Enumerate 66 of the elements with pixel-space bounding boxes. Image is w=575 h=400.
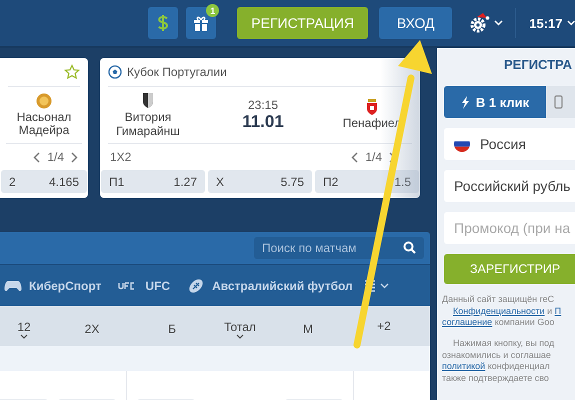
chevron-down-icon [380, 282, 389, 288]
chevron-down-icon [566, 20, 575, 26]
notice-text: Данный сайт защищён reC [441, 294, 556, 306]
previous-icon[interactable] [33, 152, 40, 162]
settings-button[interactable] [469, 13, 504, 33]
search-icon [403, 241, 416, 254]
sport-tab[interactable]: UFC [145, 278, 170, 292]
column-header[interactable]: 12 [17, 320, 31, 334]
list-icon [364, 280, 375, 292]
search-field[interactable]: Поиск по матчам [254, 237, 424, 259]
notice-text: также подтверждаете сво [441, 373, 550, 385]
page-indicator: 1/4 [365, 150, 382, 164]
notice-text: ознакомились и соглашае [441, 350, 552, 362]
next-icon[interactable] [71, 152, 78, 162]
football-icon [187, 276, 206, 294]
odds-button[interactable]: П2 1.5 [315, 170, 419, 193]
gamepad-icon [4, 280, 22, 292]
registration-tab[interactable] [546, 86, 575, 118]
market-label: 1X2 [110, 150, 132, 164]
odds-button[interactable]: X 5.75 [208, 170, 312, 193]
column-header[interactable]: Тотал [224, 320, 256, 334]
dollar-button[interactable] [148, 7, 178, 39]
sport-tab[interactable]: КиберСпорт [29, 278, 102, 292]
notification-badge: 1 [206, 4, 220, 17]
column-header[interactable]: 2X [84, 322, 100, 336]
login-button[interactable]: ВХОД [379, 7, 452, 39]
privacy-link[interactable]: Конфиденциальности [453, 306, 545, 318]
currency-select[interactable]: Российский рубль [444, 170, 575, 202]
notice-text: и [546, 306, 554, 318]
registration-tab[interactable]: В 1 клик [444, 86, 546, 118]
registration-title: РЕГИСТРА [504, 57, 573, 72]
column-header[interactable]: М [303, 322, 313, 336]
notice-text: компании Goo [494, 317, 554, 330]
team-logo-icon [366, 99, 378, 116]
terms-link[interactable]: соглашение [442, 317, 492, 330]
column-header[interactable]: Б [168, 322, 176, 336]
match-time: 23:15 [248, 98, 278, 112]
team-name: Витория Гимарайнш [115, 111, 181, 138]
page-indicator: 1/4 [47, 150, 64, 164]
odds-button[interactable]: П1 1.27 [101, 170, 205, 193]
star-icon[interactable] [64, 64, 80, 80]
team-name: Насьонал Мадейра [16, 110, 72, 138]
country-select[interactable]: Россия [444, 128, 575, 160]
column-header[interactable]: +2 [377, 319, 391, 333]
match-date: 11.01 [242, 112, 284, 132]
clock-time[interactable]: 15:17 [529, 16, 563, 30]
league-name[interactable]: Кубок Португалии [127, 65, 227, 79]
privacy-policy-link[interactable]: политикой [442, 361, 486, 374]
notice-text: Нажимая кнопку, вы под [452, 338, 556, 350]
phone-icon [554, 95, 563, 109]
dollar-icon [157, 14, 170, 32]
gear-icon [469, 13, 492, 33]
previous-icon[interactable] [351, 152, 358, 162]
chevron-down-icon [494, 20, 504, 26]
lightning-icon [460, 96, 470, 108]
more-sports-button[interactable] [364, 280, 389, 292]
odds-button[interactable]: 2 4.165 [1, 170, 87, 193]
match-card[interactable]: Насьонал Мадейра 1/4 2 4.165 [0, 58, 88, 198]
notice-text: конфиденциал [486, 361, 550, 374]
sport-tab[interactable]: Австралийский футбол [212, 278, 353, 292]
promo-code-field[interactable]: Промокод (при на [444, 212, 575, 244]
terms-link[interactable]: П [554, 306, 562, 318]
team-logo-icon [142, 92, 154, 110]
gift-icon [193, 15, 210, 31]
soccer-ball-icon [108, 65, 122, 79]
team-logo-icon [36, 92, 52, 109]
